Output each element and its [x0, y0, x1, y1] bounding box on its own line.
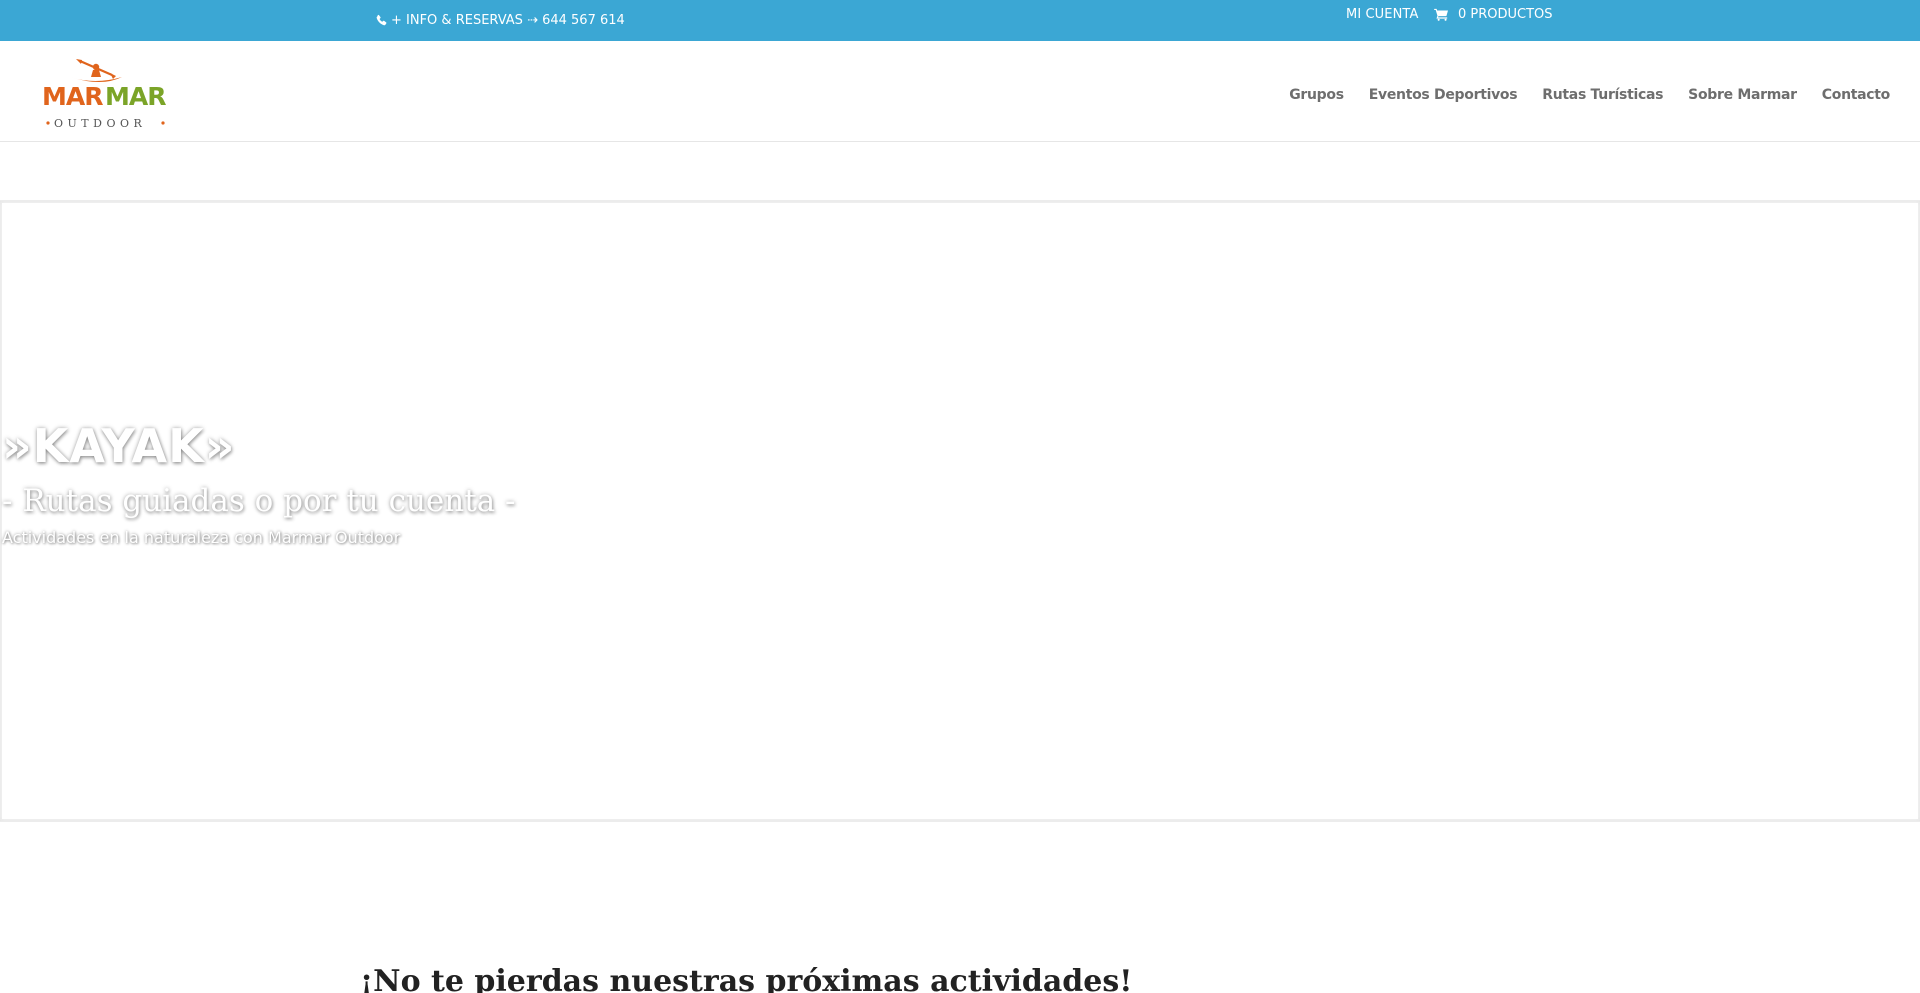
upcoming-activities-heading: ¡No te pierdas nuestras próximas activid…: [360, 964, 1133, 993]
svg-text:MAR: MAR: [105, 82, 166, 111]
site-header: MAR MAR OUTDOOR Grupos Eventos Deportivo…: [0, 41, 1920, 142]
nav-item-eventos-deportivos[interactable]: Eventos Deportivos: [1369, 87, 1518, 103]
hero-title: »KAYAK»: [2, 419, 236, 473]
nav-item-sobre-marmar[interactable]: Sobre Marmar: [1688, 87, 1797, 103]
nav-item-grupos[interactable]: Grupos: [1289, 87, 1344, 103]
phone-icon: [376, 14, 387, 26]
cart-label: 0 PRODUCTOS: [1458, 7, 1553, 22]
hero-section: »KAYAK» - Rutas guiadas o por tu cuenta …: [0, 200, 1920, 822]
cart-link[interactable]: 0 PRODUCTOS: [1434, 7, 1553, 22]
phone-text: + INFO & RESERVAS ⇢ 644 567 614: [391, 13, 625, 28]
my-account-link[interactable]: MI CUENTA: [1346, 7, 1418, 22]
kayak-logo-icon: MAR MAR OUTDOOR: [42, 59, 167, 130]
main-nav: Grupos Eventos Deportivos Rutas Turístic…: [1264, 87, 1890, 103]
phone-contact[interactable]: + INFO & RESERVAS ⇢ 644 567 614: [375, 13, 625, 28]
nav-item-contacto[interactable]: Contacto: [1822, 87, 1891, 103]
nav-item-rutas-turisticas[interactable]: Rutas Turísticas: [1542, 87, 1663, 103]
svg-text:OUTDOOR: OUTDOOR: [54, 117, 146, 130]
svg-text:MAR: MAR: [42, 82, 103, 111]
hero-slide: »KAYAK» - Rutas guiadas o por tu cuenta …: [2, 203, 1918, 819]
hero-subtitle: - Rutas guiadas o por tu cuenta -: [2, 483, 516, 519]
hero-tagline: Actividades en la naturaleza con Marmar …: [2, 528, 401, 547]
top-bar: + INFO & RESERVAS ⇢ 644 567 614 MI CUENT…: [0, 0, 1920, 41]
cart-icon: [1434, 8, 1448, 21]
marmar-logo[interactable]: MAR MAR OUTDOOR: [40, 57, 170, 133]
